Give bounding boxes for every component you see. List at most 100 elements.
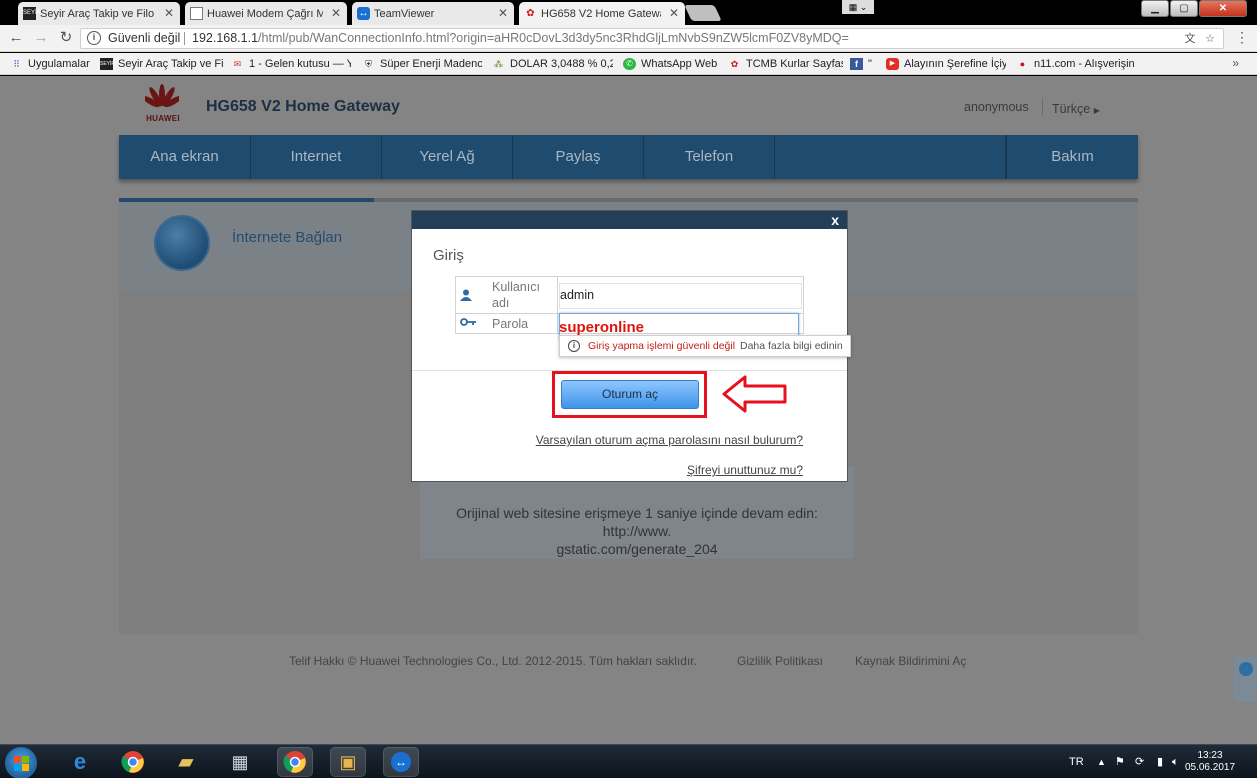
language-selector[interactable]: Türkçe ▶ [1052, 102, 1100, 116]
menu-yerel-ag[interactable]: Yerel Ağ [382, 135, 513, 179]
user-icon [460, 289, 474, 301]
info-icon[interactable]: i [87, 31, 101, 45]
key-icon [460, 317, 476, 329]
chart-icon: ⁂ [494, 59, 503, 69]
menu-paylas[interactable]: Paylaş [513, 135, 644, 179]
tab-teamviewer[interactable]: ↔ TeamViewer ✕ [352, 2, 514, 25]
close-icon[interactable]: ✕ [669, 6, 679, 20]
bookmark-dolar[interactable]: ⁂ DOLAR 3,0488 % 0,29 [492, 56, 613, 72]
username-display: anonymous [964, 100, 1029, 114]
close-window-button[interactable]: ✕ [1199, 0, 1247, 17]
bookmark-whatsapp[interactable]: ✆ WhatsApp Web [623, 56, 723, 72]
new-tab-button[interactable] [684, 5, 722, 21]
close-icon[interactable]: x [831, 211, 839, 229]
login-button[interactable]: Oturum aç [561, 380, 699, 409]
redirect-line-1: Orijinal web sitesine erişmeye 1 saniye … [456, 505, 818, 539]
url-path: /html/pub/WanConnectionInfo.html?origin=… [258, 31, 849, 45]
language-label: Türkçe [1052, 102, 1091, 116]
tab-hg658[interactable]: ✿ HG658 V2 Home Gatewa ✕ [519, 2, 685, 25]
sync-icon[interactable]: ⟳ [1135, 745, 1144, 778]
source-link[interactable]: Kaynak Bildirimini Aç [855, 654, 966, 668]
translate-icon[interactable]: 文 [1183, 32, 1197, 46]
privacy-link[interactable]: Gizlilik Politikası [737, 654, 823, 668]
bookmark-label: Seyir Araç Takip ve Fi [118, 58, 224, 70]
close-icon[interactable]: ✕ [498, 6, 508, 20]
tab-strip: SEYİR Seyir Araç Takip ve Filo Y ✕ Huawe… [0, 0, 1257, 25]
facebook-icon: f [850, 58, 863, 70]
bookmark-youtube[interactable]: ▶ Alayının Şerefine İçiy [886, 56, 1006, 72]
huawei-logo: HUAWEI [141, 84, 185, 124]
clock-date: 05.06.2017 [1184, 762, 1236, 773]
star-icon[interactable]: ☆ [1203, 32, 1217, 46]
more-info-link[interactable]: Daha fazla bilgi edinin [740, 336, 843, 356]
huawei-petals-icon [145, 84, 179, 108]
huawei-icon: ✿ [730, 59, 739, 69]
security-label[interactable]: Güvenli değil [108, 29, 180, 48]
close-icon[interactable]: ✕ [164, 6, 174, 20]
window-thumbnail-icon: ▦ ⌄ [842, 0, 874, 14]
bookmark-seyir[interactable]: SEYİR Seyir Araç Takip ve Fi [100, 56, 224, 72]
bookmark-label: DOLAR 3,0488 % 0,29 [510, 58, 613, 70]
app-window-icon[interactable]: ▣ [330, 747, 366, 777]
forgot-password-link[interactable]: Şifreyi unuttunuz mu? [687, 463, 803, 477]
calculator-icon[interactable]: ▦ [226, 748, 254, 776]
file-explorer-icon[interactable]: ▰ [172, 748, 200, 776]
menu-ana-ekran[interactable]: Ana ekran [119, 135, 251, 179]
menu-icon[interactable]: ⋮ [1235, 29, 1249, 46]
chrome-active-icon[interactable] [277, 747, 313, 777]
seyir-icon: SEYİR [23, 7, 41, 20]
internet-explorer-icon[interactable]: e [66, 748, 94, 776]
clock-time: 13:23 [1197, 750, 1223, 761]
bookmark-label: 1 - Gelen kutusu — Y [249, 58, 351, 70]
chrome-icon[interactable] [119, 748, 147, 776]
bookmarks-bar: ⠿ Uygulamalar SEYİR Seyir Araç Takip ve … [0, 53, 1257, 75]
redirect-line-2: gstatic.com/generate_204 [556, 541, 718, 557]
copyright-text: Telif Hakkı © Huawei Technologies Co., L… [289, 654, 697, 668]
close-icon[interactable]: ✕ [331, 6, 341, 20]
bookmark-facebook[interactable]: f " [850, 56, 880, 72]
volume-icon[interactable]: 🔈︎ [1172, 745, 1179, 778]
whatsapp-icon: ✆ [623, 58, 636, 70]
shield-icon: ⛨ [365, 59, 372, 69]
globe-icon [154, 215, 210, 271]
chevron-right-icon[interactable]: » [1232, 56, 1239, 70]
minimize-button[interactable]: ▁ [1141, 0, 1169, 17]
menu-bakim[interactable]: Bakım [1006, 135, 1138, 179]
tab-seyir[interactable]: SEYİR Seyir Araç Takip ve Filo Y ✕ [18, 2, 180, 25]
default-password-link[interactable]: Varsayılan oturum açma parolasını nasıl … [536, 433, 803, 447]
action-center-icon[interactable]: ⚑ [1115, 745, 1125, 778]
reload-button[interactable]: ↻ [57, 29, 75, 47]
username-label-line-2: adı [492, 296, 510, 310]
bookmark-apps[interactable]: ⠿ Uygulamalar [10, 56, 95, 72]
bookmark-mail[interactable]: ✉ 1 - Gelen kutusu — Y [231, 56, 351, 72]
bookmark-n11[interactable]: ● n11.com - Alışverişin [1016, 56, 1134, 72]
menu-internet[interactable]: Internet [251, 135, 382, 179]
teamviewer-widget[interactable] [1233, 656, 1257, 702]
username-field[interactable]: admin [559, 283, 802, 309]
maximize-button[interactable]: ▢ [1170, 0, 1198, 17]
bookmark-tcmb[interactable]: ✿ TCMB Kurlar Sayfası [728, 56, 843, 72]
section-title: İnternete Bağlan [232, 229, 343, 246]
menu-telefon[interactable]: Telefon [644, 135, 775, 179]
url-text[interactable]: 192.168.1.1/html/pub/WanConnectionInfo.h… [192, 29, 849, 48]
teamviewer-taskbar-icon[interactable]: ↔ [383, 747, 419, 777]
redirect-text: Orijinal web sitesine erişmeye 1 saniye … [420, 504, 854, 558]
tray-arrow-icon[interactable]: ▲ [1097, 745, 1106, 778]
clock[interactable]: 13:23 05.06.2017 [1180, 750, 1240, 774]
bookmark-label: Alayının Şerefine İçiy [904, 58, 1006, 70]
tab-huawei-modem[interactable]: Huawei Modem Çağrı M ✕ [185, 2, 347, 25]
menu-spacer [775, 135, 1006, 179]
tab-title: Huawei Modem Çağrı M [207, 7, 323, 20]
footer: Telif Hakkı © Huawei Technologies Co., L… [0, 654, 1257, 674]
back-button[interactable]: ← [7, 29, 25, 47]
network-icon[interactable]: ▮ [1157, 745, 1163, 778]
language-indicator[interactable]: TR [1069, 745, 1084, 778]
forward-button[interactable]: → [32, 29, 50, 47]
mail-icon: ✉ [233, 59, 242, 69]
chrome-glyph [283, 751, 306, 773]
huawei-icon: ✿ [526, 8, 535, 19]
windows-logo-icon [14, 756, 29, 771]
bookmark-super-enerji[interactable]: ⛨ Süper Enerji Madenci [362, 56, 482, 72]
address-bar[interactable]: i Güvenli değil 192.168.1.1/html/pub/Wan… [80, 28, 1224, 49]
start-button[interactable] [5, 747, 37, 778]
